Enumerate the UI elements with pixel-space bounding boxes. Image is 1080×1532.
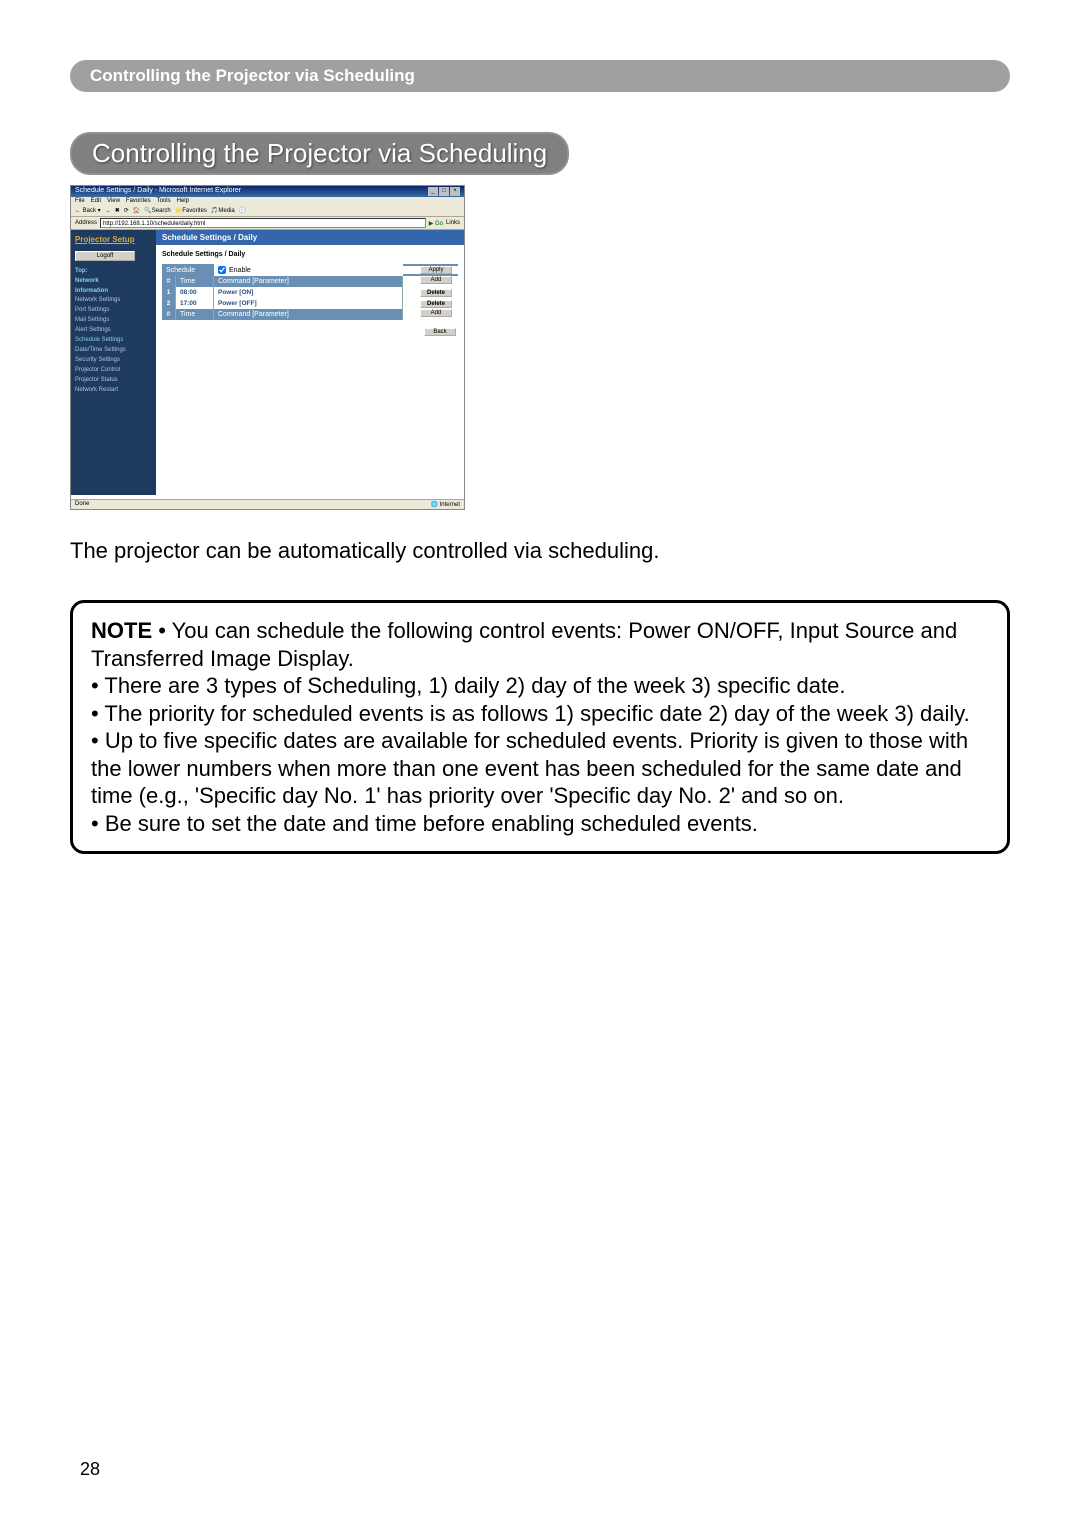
back-button[interactable]: Back — [424, 328, 456, 336]
nav-mail-settings[interactable]: Mail Settings — [71, 315, 156, 325]
col-cmd-2: Command [Parameter] — [214, 309, 403, 320]
status-left: Done — [75, 501, 89, 508]
page-header-bar: Controlling the Projector via Scheduling — [70, 60, 1010, 92]
menu-tools[interactable]: Tools — [157, 198, 171, 204]
sidebar-top-label: Top: — [71, 265, 156, 275]
note-label: NOTE — [91, 618, 152, 643]
table-footer-header: # Time Command [Parameter] Add — [162, 309, 458, 320]
delete-button-2[interactable]: Delete — [420, 300, 452, 308]
note-line2: • There are 3 types of Scheduling, 1) da… — [91, 673, 846, 698]
note-line1: • You can schedule the following control… — [91, 618, 957, 671]
note-box: NOTE • You can schedule the following co… — [70, 600, 1010, 854]
toolbar: ← Back ▾ → ✖ ⟳ 🏠 🔍Search ⭐Favorites 🎵Med… — [71, 205, 464, 217]
nav-schedule-settings[interactable]: Schedule Settings — [71, 335, 156, 345]
enable-checkbox[interactable] — [218, 266, 226, 274]
status-right: 🌐 Internet — [431, 501, 461, 508]
address-label: Address — [75, 220, 97, 226]
sidebar-network-label[interactable]: Network — [71, 275, 156, 285]
enable-label: Enable — [229, 267, 251, 274]
window-title: Schedule Settings / Daily - Microsoft In… — [75, 187, 241, 196]
nav-projector-status[interactable]: Projector Status — [71, 375, 156, 385]
table-row: 2 17:00 Power [OFF] Delete — [162, 298, 458, 309]
menu-view[interactable]: View — [107, 198, 120, 204]
forward-button[interactable]: → — [105, 208, 111, 214]
address-bar: Address http://192.168.1.10/schedule/dai… — [71, 217, 464, 230]
note-line4: • Up to five specific dates are availabl… — [91, 728, 968, 808]
menu-bar: File Edit View Favorites Tools Help — [71, 197, 464, 205]
logoff-button[interactable]: Logoff — [75, 251, 135, 261]
search-button[interactable]: 🔍Search — [144, 207, 171, 214]
nav-alert-settings[interactable]: Alert Settings — [71, 325, 156, 335]
table-row: 1 08:00 Power [ON] Delete — [162, 287, 458, 298]
add-button-2[interactable]: Add — [420, 309, 452, 317]
section-title: Controlling the Projector via Scheduling — [92, 138, 547, 168]
col-num: # — [162, 276, 176, 287]
section-title-pill: Controlling the Projector via Scheduling — [70, 132, 569, 175]
ie-screenshot: Schedule Settings / Daily - Microsoft In… — [70, 185, 465, 510]
page-number: 28 — [80, 1459, 100, 1480]
page-header-title: Controlling the Projector via Scheduling — [90, 66, 415, 85]
col-num-2: # — [162, 309, 176, 320]
enable-cell: Enable — [214, 264, 403, 276]
window-buttons: _ □ × — [428, 187, 460, 196]
intro-paragraph: The projector can be automatically contr… — [70, 538, 1010, 564]
back-button[interactable]: ← Back ▾ — [75, 207, 101, 214]
note-line5: • Be sure to set the date and time befor… — [91, 811, 758, 836]
nav-security-settings[interactable]: Security Settings — [71, 355, 156, 365]
col-time: Time — [176, 276, 214, 287]
home-button[interactable]: 🏠 — [133, 207, 140, 214]
apply-button[interactable]: Apply — [420, 266, 452, 274]
main-subtitle: Schedule Settings / Daily — [156, 245, 464, 264]
address-input[interactable]: http://192.168.1.10/schedule/daily.html — [100, 218, 426, 228]
row-cmd: Power [OFF] — [214, 298, 403, 309]
nav-port-settings[interactable]: Port Settings — [71, 305, 156, 315]
row-num: 2 — [162, 298, 176, 309]
menu-help[interactable]: Help — [177, 198, 189, 204]
add-button-1[interactable]: Add — [420, 276, 452, 284]
schedule-table: Schedule Enable Apply # Time Command [Pa… — [162, 264, 458, 320]
row-cmd: Power [ON] — [214, 287, 403, 298]
col-time-2: Time — [176, 309, 214, 320]
nav-network-settings[interactable]: Network Settings — [71, 295, 156, 305]
window-titlebar: Schedule Settings / Daily - Microsoft In… — [71, 186, 464, 197]
go-button[interactable]: ▶ Go — [429, 220, 443, 227]
maximize-button[interactable]: □ — [439, 187, 449, 196]
refresh-button[interactable]: ⟳ — [124, 207, 129, 214]
sidebar-information-label[interactable]: Information — [71, 285, 156, 295]
menu-edit[interactable]: Edit — [91, 198, 101, 204]
sidebar: Projector Setup Logoff Top: Network Info… — [71, 230, 156, 495]
history-button[interactable]: 🕘 — [239, 207, 246, 214]
content-area: Projector Setup Logoff Top: Network Info… — [71, 230, 464, 495]
table-header: # Time Command [Parameter] Add — [162, 276, 458, 287]
close-button[interactable]: × — [450, 187, 460, 196]
schedule-enable-row: Schedule Enable Apply — [162, 264, 458, 276]
favorites-button[interactable]: ⭐Favorites — [175, 207, 207, 214]
main-panel: Schedule Settings / Daily Schedule Setti… — [156, 230, 464, 495]
col-cmd: Command [Parameter] — [214, 276, 403, 287]
row-num: 1 — [162, 287, 176, 298]
minimize-button[interactable]: _ — [428, 187, 438, 196]
delete-button-1[interactable]: Delete — [420, 289, 452, 297]
nav-network-restart[interactable]: Network Restart — [71, 385, 156, 395]
schedule-label: Schedule — [162, 265, 214, 276]
menu-file[interactable]: File — [75, 198, 85, 204]
nav-datetime-settings[interactable]: Date/Time Settings — [71, 345, 156, 355]
row-time: 08:00 — [176, 287, 214, 298]
note-line3: • The priority for scheduled events is a… — [91, 701, 970, 726]
status-bar: Done 🌐 Internet — [71, 499, 464, 509]
links-label[interactable]: Links — [446, 220, 460, 226]
menu-favorites[interactable]: Favorites — [126, 198, 151, 204]
row-time: 17:00 — [176, 298, 214, 309]
stop-button[interactable]: ✖ — [115, 207, 120, 214]
media-button[interactable]: 🎵Media — [211, 207, 235, 214]
back-row: Back — [156, 320, 464, 344]
main-title: Schedule Settings / Daily — [156, 230, 464, 245]
sidebar-brand: Projector Setup — [71, 232, 156, 247]
nav-projector-control[interactable]: Projector Control — [71, 365, 156, 375]
